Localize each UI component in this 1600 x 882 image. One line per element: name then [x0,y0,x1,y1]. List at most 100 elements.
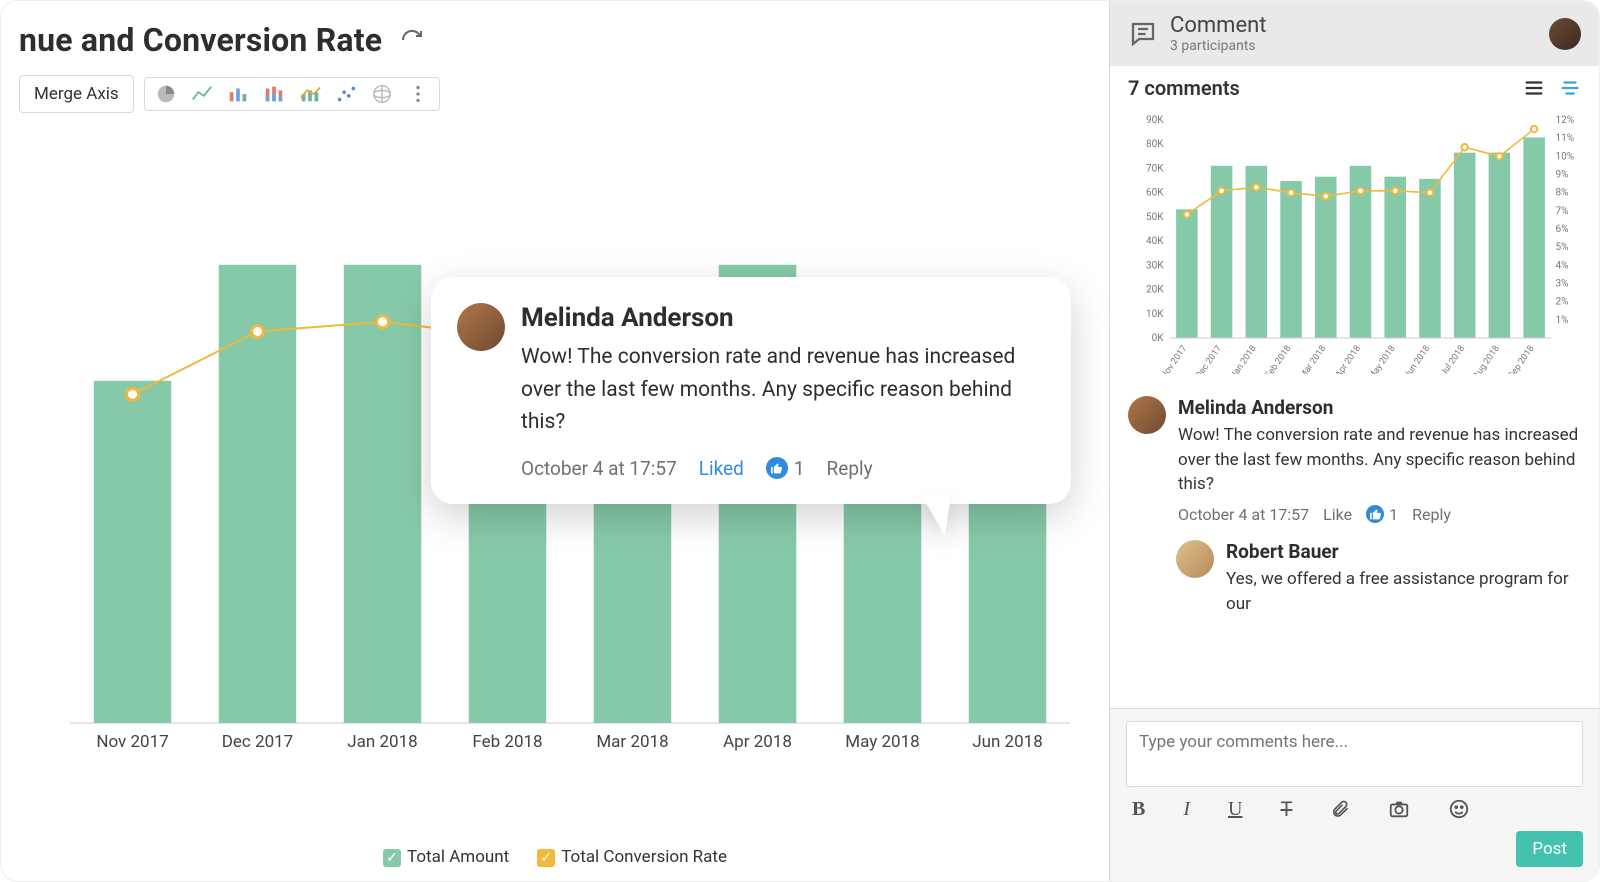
comment-icon [1128,19,1158,49]
comment-input[interactable] [1126,721,1583,787]
app-root: nue and Conversion Rate Merge Axis Nov 2… [0,0,1600,882]
svg-text:Dec 2017: Dec 2017 [1194,344,1224,374]
comment-timestamp: October 4 at 17:57 [1178,505,1309,524]
chart-header: nue and Conversion Rate [1,1,1109,67]
svg-text:30K: 30K [1146,260,1164,271]
align-view-icon[interactable] [1559,77,1581,99]
svg-text:5%: 5% [1556,242,1569,253]
bold-icon[interactable]: B [1132,798,1145,821]
svg-text:10K: 10K [1146,309,1164,320]
current-user-avatar[interactable] [1549,18,1581,50]
comment-text: Yes, we offered a free assistance progra… [1226,567,1581,616]
svg-text:10%: 10% [1556,151,1575,162]
svg-text:80K: 80K [1146,139,1164,150]
legend-amount[interactable]: ✓Total Amount [383,847,509,867]
comment-author: Robert Bauer [1226,540,1581,563]
svg-text:1%: 1% [1556,315,1569,326]
svg-text:Jan 2018: Jan 2018 [347,732,417,752]
svg-text:7%: 7% [1556,206,1569,217]
chart-type-toggle [144,77,440,111]
svg-text:70K: 70K [1146,163,1164,174]
svg-text:May 2018: May 2018 [845,732,919,752]
chart-type-pie-icon[interactable] [151,82,181,106]
svg-text:Dec 2017: Dec 2017 [222,732,294,752]
comments-subheader: 7 comments [1110,66,1599,110]
chart-panel: nue and Conversion Rate Merge Axis Nov 2… [1,1,1109,881]
bubble-liked-label[interactable]: Liked [699,457,744,480]
avatar [457,303,505,351]
bubble-tail [921,494,951,536]
bubble-like-count[interactable]: 1 [766,457,805,480]
mini-chart-svg: 0K10K20K30K40K50K60K70K80K90K1%2%3%4%5%6… [1138,114,1581,374]
chart-type-bar-stacked-icon[interactable] [259,82,289,106]
thumb-up-icon [766,457,788,479]
chart-type-scatter-icon[interactable] [331,82,361,106]
avatar [1128,396,1166,434]
svg-text:11%: 11% [1556,133,1575,144]
bubble-reply-button[interactable]: Reply [827,457,873,480]
chart-type-more-icon[interactable] [403,82,433,106]
svg-text:Feb 2018: Feb 2018 [1264,344,1294,374]
comment-item: Melinda Anderson Wow! The conversion rat… [1128,388,1581,532]
strikethrough-icon[interactable]: T [1280,797,1292,821]
svg-text:Apr 2018: Apr 2018 [723,732,792,752]
format-toolbar: B I U T [1126,791,1583,831]
comment-composer: B I U T Post [1110,708,1599,881]
svg-text:Apr 2018: Apr 2018 [1334,344,1363,374]
svg-text:3%: 3% [1556,279,1569,290]
chart-type-bar-grouped-icon[interactable] [223,82,253,106]
chart-type-geo-icon[interactable] [367,82,397,106]
comment-author: Melinda Anderson [1178,396,1581,419]
comments-list: Melinda Anderson Wow! The conversion rat… [1110,384,1599,708]
svg-text:Sep 2018: Sep 2018 [1507,344,1537,374]
post-button[interactable]: Post [1516,831,1583,867]
refresh-icon[interactable] [400,28,424,52]
comment-like-button[interactable]: Like [1323,505,1352,524]
svg-text:Mar 2018: Mar 2018 [596,732,668,752]
merge-axis-button[interactable]: Merge Axis [19,75,134,113]
svg-text:Nov 2017: Nov 2017 [96,732,168,752]
comment-item: Robert Bauer Yes, we offered a free assi… [1176,532,1581,624]
svg-text:4%: 4% [1556,260,1569,271]
svg-text:Jun 2018: Jun 2018 [972,732,1043,752]
chart-toolbar: Merge Axis [1,67,1109,127]
chart-type-combo-icon[interactable] [295,82,325,106]
svg-text:40K: 40K [1146,236,1164,247]
svg-text:Jan 2018: Jan 2018 [1229,344,1259,374]
svg-text:Aug 2018: Aug 2018 [1472,344,1502,374]
svg-text:9%: 9% [1556,170,1569,181]
chart-type-line-icon[interactable] [187,82,217,106]
svg-text:12%: 12% [1556,115,1575,126]
comments-header-title: Comment [1170,13,1537,38]
svg-text:Feb 2018: Feb 2018 [472,732,542,752]
comment-like-count[interactable]: 1 [1366,505,1398,524]
legend-conversion[interactable]: ✓Total Conversion Rate [537,847,727,867]
svg-text:60K: 60K [1146,188,1164,199]
comments-panel: Comment 3 participants 7 comments 0K10K2… [1109,1,1599,881]
svg-text:8%: 8% [1556,188,1569,199]
svg-text:Nov 2017: Nov 2017 [1159,344,1189,374]
comments-header-sub: 3 participants [1170,38,1537,54]
avatar [1176,540,1214,578]
svg-text:Jul 2018: Jul 2018 [1439,344,1467,374]
comment-reply-button[interactable]: Reply [1412,505,1451,524]
svg-text:90K: 90K [1146,115,1164,126]
bubble-author: Melinda Anderson [521,303,1041,333]
svg-text:50K: 50K [1146,212,1164,223]
chart-legend: ✓Total Amount ✓Total Conversion Rate [1,847,1109,881]
page-title: nue and Conversion Rate [19,21,382,59]
thumb-up-icon [1366,505,1384,523]
emoji-icon[interactable] [1448,798,1470,820]
camera-icon[interactable] [1388,798,1410,820]
comment-text: Wow! The conversion rate and revenue has… [1178,423,1581,497]
svg-text:Mar 2018: Mar 2018 [1298,344,1328,374]
italic-icon[interactable]: I [1183,798,1190,821]
bubble-timestamp: October 4 at 17:57 [521,457,677,480]
chart-area: Nov 2017 Dec 2017 Jan 2018 Feb 2018 Mar 2018… [1,127,1109,847]
underline-icon[interactable]: U [1228,798,1242,821]
comments-count: 7 comments [1128,76,1240,100]
list-view-icon[interactable] [1523,77,1545,99]
attachment-icon[interactable] [1330,799,1350,819]
svg-text:0K: 0K [1152,333,1165,344]
svg-text:6%: 6% [1556,224,1569,235]
